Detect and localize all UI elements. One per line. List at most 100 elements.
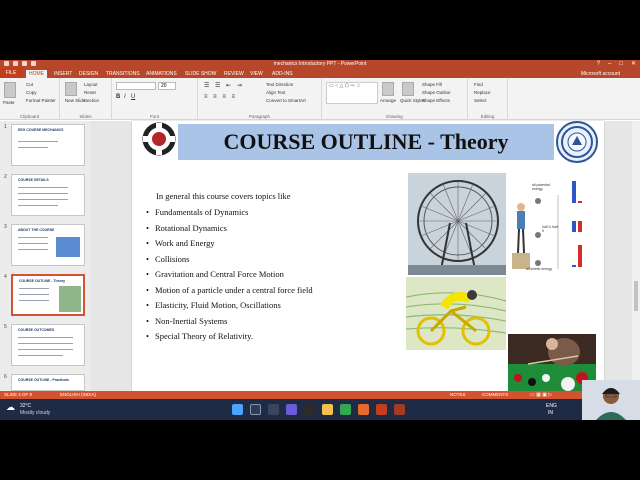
chat-icon[interactable]	[286, 404, 297, 415]
section-button[interactable]: Section	[84, 98, 99, 103]
search-icon[interactable]	[250, 404, 261, 415]
slide-counter: SLIDE 4 OF 9	[4, 392, 33, 397]
language-code[interactable]: ENG	[546, 403, 557, 409]
tab-insert[interactable]: INSERT	[54, 70, 72, 78]
comments-button[interactable]: COMMENTS	[482, 391, 508, 399]
thumb-text-line	[19, 294, 49, 295]
tab-animations[interactable]: ANIMATIONS	[146, 70, 177, 78]
select-button[interactable]: Select	[474, 98, 487, 103]
tab-review[interactable]: REVIEW	[224, 70, 244, 78]
format-painter-button[interactable]: Format Painter	[26, 98, 56, 103]
thumb-title: ABOUT THE COURSE	[18, 228, 55, 232]
maximize-icon[interactable]: □	[619, 60, 623, 68]
cut-button[interactable]: Cut	[26, 82, 33, 87]
slide-thumbnail-3[interactable]: ABOUT THE COURSE	[11, 224, 85, 266]
webcam-overlay	[582, 380, 640, 420]
thumb-number: 5	[4, 324, 7, 330]
firefox-icon[interactable]	[358, 404, 369, 415]
reset-button[interactable]: Reset	[84, 90, 96, 95]
slide-thumbnail-6[interactable]: COURSE OUTLINE - Practicals	[11, 374, 85, 391]
window-controls: ? – □ ✕	[597, 60, 636, 68]
thumb-title: COURSE OUTLINE - Theory	[19, 279, 66, 283]
ferris-wheel-image[interactable]	[408, 173, 506, 275]
tab-view[interactable]: VIEW	[250, 70, 263, 78]
temperature[interactable]: 32°C	[20, 403, 31, 409]
replace-button[interactable]: Replace	[474, 90, 491, 95]
align-icons[interactable]: ≡ ≡ ≡ ≡	[204, 94, 237, 100]
list-item: Collisions	[146, 254, 189, 264]
smartart-button[interactable]: Convert to SmartArt	[266, 98, 306, 103]
thumb-text-line	[19, 288, 49, 289]
green-app-icon[interactable]	[340, 404, 351, 415]
redo-icon[interactable]	[31, 61, 36, 66]
tab-file[interactable]: FILE	[0, 68, 22, 78]
notes-button[interactable]: NOTES	[450, 391, 466, 399]
layout-button[interactable]: Layout	[84, 82, 98, 87]
help-icon[interactable]: ?	[597, 60, 600, 68]
font-size-box[interactable]: 20	[158, 82, 176, 90]
text-direction-button[interactable]: Text Direction	[266, 82, 293, 87]
drawing-label: Drawing	[386, 114, 403, 119]
thumb-text-line	[18, 337, 73, 338]
weather-icon[interactable]: ☁	[6, 402, 15, 413]
ferris-wheel-icon	[408, 180, 506, 275]
region-code[interactable]: IN	[548, 410, 553, 416]
tab-design[interactable]: DESIGN	[79, 70, 98, 78]
bold-button[interactable]: B	[116, 94, 120, 100]
tab-transitions[interactable]: TRANSITIONS	[106, 70, 140, 78]
view-buttons[interactable]: ▭ ▦ ▣ ▷	[530, 391, 552, 399]
slides-label: Slides	[79, 114, 92, 119]
close-icon[interactable]: ✕	[631, 60, 636, 68]
font-name-box[interactable]	[116, 82, 156, 90]
italic-button[interactable]: I	[124, 94, 126, 100]
status-bar: SLIDE 4 OF 9 ENGLISH (INDIA) NOTES COMME…	[0, 391, 640, 399]
copy-button[interactable]: Copy	[26, 90, 37, 95]
paste-button[interactable]: Paste	[3, 100, 15, 105]
cyclist-image[interactable]	[406, 277, 506, 350]
slide-thumbnail-2[interactable]: COURSE DETAILS	[11, 174, 85, 216]
tab-add-ins[interactable]: ADD-INS	[272, 70, 293, 78]
slide-title[interactable]: COURSE OUTLINE - Theory	[178, 124, 554, 160]
thumb-text-line	[18, 187, 68, 188]
tab-slide-show[interactable]: SLIDE SHOW	[185, 70, 216, 78]
half-label: half U half K	[542, 225, 558, 233]
shapes-gallery[interactable]: ▭ ○ △ ⬠ ⇨ ☆	[326, 82, 378, 104]
save-icon[interactable]	[13, 61, 18, 66]
tab-home[interactable]: HOME	[26, 70, 47, 78]
app-icon[interactable]	[304, 404, 315, 415]
scrollbar-thumb[interactable]	[634, 281, 638, 311]
find-button[interactable]: Find	[474, 82, 483, 87]
shape-outline-button[interactable]: Shape Outline	[422, 90, 451, 95]
powerpoint-window-icon[interactable]	[394, 404, 405, 415]
current-slide[interactable]: COURSE OUTLINE - Theory In general this …	[132, 121, 604, 407]
task-view-icon[interactable]	[268, 404, 279, 415]
slide-thumbnail-4[interactable]: COURSE OUTLINE - Theory	[11, 274, 85, 316]
language-indicator[interactable]: ENGLISH (INDIA)	[60, 391, 96, 399]
list-item: Work and Energy	[146, 238, 215, 248]
arrange-button[interactable]: Arrange	[380, 98, 396, 103]
slide-thumbnail-1[interactable]: EEG COURSE MECHANICS	[11, 124, 85, 166]
thumb-number: 3	[4, 224, 7, 230]
thumb-number: 2	[4, 174, 7, 180]
account-name[interactable]: Microsoft account	[581, 70, 620, 78]
paste-icon[interactable]	[4, 82, 16, 98]
thumb-title: COURSE OUTLINE - Practicals	[18, 378, 69, 382]
slide-thumbnail-5[interactable]: COURSE OUTCOMES	[11, 324, 85, 366]
arrange-icon[interactable]	[382, 82, 394, 96]
align-text-button[interactable]: Align Text	[266, 90, 285, 95]
new-slide-button[interactable]: New Slide	[65, 98, 85, 103]
start-icon[interactable]	[232, 404, 243, 415]
undo-icon[interactable]	[22, 61, 27, 66]
minimize-icon[interactable]: –	[608, 60, 611, 68]
quick-styles-icon[interactable]	[402, 82, 414, 96]
file-explorer-icon[interactable]	[322, 404, 333, 415]
vertical-scrollbar[interactable]	[632, 121, 640, 391]
underline-button[interactable]: U	[131, 94, 135, 100]
energy-diagram[interactable]: all potential energy half U half K all k…	[508, 173, 596, 275]
shape-fill-button[interactable]: Shape Fill	[422, 82, 442, 87]
shape-effects-button[interactable]: Shape Effects	[422, 98, 450, 103]
powerpoint-icon[interactable]	[376, 404, 387, 415]
weather-text[interactable]: Mostly cloudy	[20, 410, 50, 416]
list-icons[interactable]: ☰ ☰ ⇤ ⇥	[204, 82, 244, 89]
new-slide-icon[interactable]	[65, 82, 77, 96]
